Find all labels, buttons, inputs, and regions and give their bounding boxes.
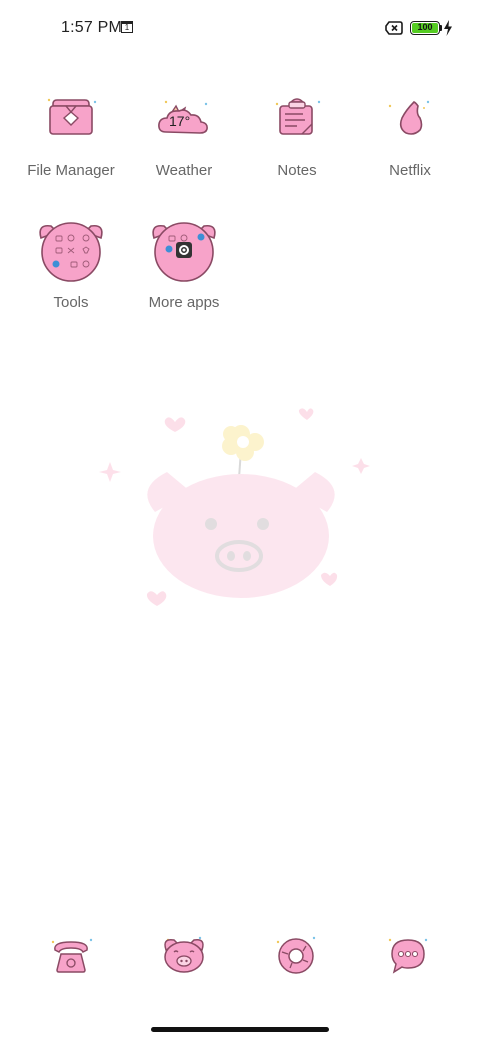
notes-icon: [275, 98, 321, 135]
folder-label: More apps: [148, 294, 220, 311]
netflix-flame-icon: [388, 100, 430, 135]
battery-icon: 100: [410, 21, 440, 35]
pig-folder-icon: [39, 222, 103, 282]
donut-icon: [276, 936, 316, 974]
battery-tip: [440, 25, 442, 31]
calendar-icon: 1: [121, 21, 133, 33]
pig-folder-icon: [152, 222, 216, 282]
app-file-manager[interactable]: File Manager: [15, 92, 127, 179]
app-label: Netflix: [389, 162, 431, 179]
app-weather[interactable]: 17° Weather: [128, 92, 240, 179]
dock-phone[interactable]: [47, 932, 95, 980]
app-netflix[interactable]: Netflix: [354, 92, 466, 179]
status-bar: 1:57 PM 1 100: [0, 0, 480, 56]
sim-off-icon: [385, 21, 403, 35]
folder-tools[interactable]: Tools: [15, 218, 127, 311]
phone-icon: [51, 938, 93, 973]
home-indicator[interactable]: [151, 1027, 329, 1032]
pig-face-icon: [164, 936, 204, 973]
app-label: File Manager: [27, 162, 115, 179]
folder-icon: [47, 98, 97, 135]
home-screen: 1:57 PM 1 100 File Manager 17° Weather N…: [0, 0, 480, 1040]
dock-browser[interactable]: [272, 932, 320, 980]
wallpaper-pig-illustration: [99, 408, 370, 606]
charging-icon: [444, 20, 452, 36]
message-bubble-icon: [388, 938, 428, 974]
app-label: Notes: [277, 162, 317, 179]
folder-more-apps[interactable]: More apps: [128, 218, 240, 311]
dock-messages[interactable]: [384, 932, 432, 980]
dock-pig-face[interactable]: [160, 932, 208, 980]
app-notes[interactable]: Notes: [241, 92, 353, 179]
status-time: 1:57 PM: [61, 19, 122, 36]
battery-level: 100: [412, 23, 438, 33]
folder-label: Tools: [53, 294, 89, 311]
weather-temperature: 17°: [169, 113, 191, 129]
app-label: Weather: [155, 162, 213, 179]
